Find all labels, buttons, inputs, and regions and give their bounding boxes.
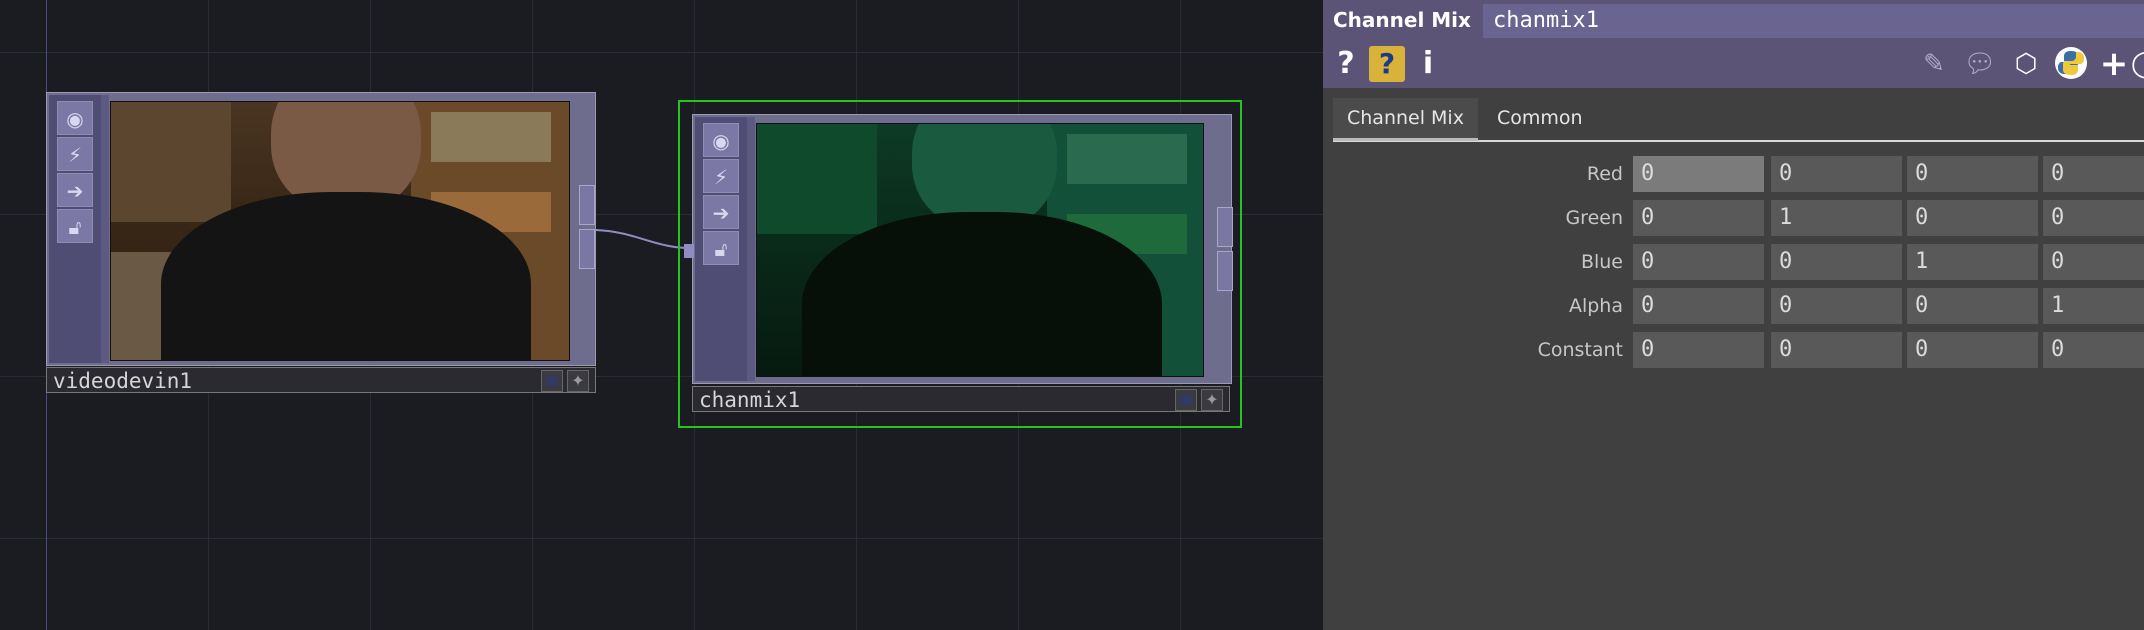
param-field[interactable]: 1 (1771, 200, 1902, 236)
node-flags: ◉ ⚡ ➔ 🔓︎ (49, 95, 101, 363)
param-row-blue: Blue 0 0 1 0 (1323, 242, 2144, 282)
output-connector[interactable] (579, 229, 595, 269)
param-field[interactable]: 0 (2043, 156, 2144, 192)
export-flag-icon[interactable]: ➔ (703, 195, 739, 229)
output-connector[interactable] (579, 185, 595, 225)
clone-icon[interactable]: ⬡ (2009, 46, 2043, 82)
operator-name-field[interactable]: chanmix1 (1483, 4, 2144, 38)
viewer-toggle-button[interactable] (541, 370, 563, 392)
node-name: videodevin1 (53, 369, 193, 393)
help-icon[interactable]: ? (1333, 46, 1359, 82)
lock-flag-icon[interactable]: 🔓︎ (703, 231, 739, 265)
node-viewer (110, 101, 570, 361)
param-field[interactable]: 0 (1633, 156, 1764, 192)
comment-icon[interactable]: 💬︎ (1963, 46, 1997, 82)
operator-type: Channel Mix (1333, 8, 1471, 32)
param-field[interactable]: 0 (1771, 332, 1902, 368)
param-field[interactable]: 0 (2043, 200, 2144, 236)
input-connector[interactable] (684, 244, 694, 258)
param-row-green: Green 0 1 0 0 (1323, 198, 2144, 238)
parameter-panel: Channel Mix chanmix1 ? ? i ✎ 💬︎ ⬡ + ◯ Ch… (1323, 0, 2144, 630)
param-row-red: Red 0 0 0 0 (1323, 154, 2144, 194)
tab-common[interactable]: Common (1483, 98, 1597, 138)
export-flag-icon[interactable]: ➔ (57, 173, 93, 207)
param-field[interactable]: 0 (2043, 332, 2144, 368)
output-connector[interactable] (1217, 207, 1233, 247)
parameter-tabs: Channel Mix Common (1333, 98, 2144, 142)
param-field[interactable]: 0 (1907, 288, 2038, 324)
node-label[interactable]: videodevin1 ✦ (46, 367, 596, 393)
param-label: Alpha (1568, 295, 1623, 317)
more-icon[interactable]: ◯ (2131, 46, 2144, 82)
param-field[interactable]: 1 (1907, 244, 2038, 280)
node-videodevin1[interactable]: ◉ ⚡ ➔ 🔓︎ videodevin1 ✦ (46, 92, 596, 402)
param-field[interactable]: 0 (1907, 332, 2038, 368)
viewer-toggle-button[interactable] (1175, 389, 1197, 411)
node-name: chanmix1 (699, 388, 801, 412)
edit-icon[interactable]: ✎ (1919, 46, 1949, 82)
param-field[interactable]: 0 (1907, 200, 2038, 236)
param-field[interactable]: 0 (1771, 288, 1902, 324)
output-connector[interactable] (1217, 251, 1233, 291)
pin-icon[interactable]: ✦ (567, 370, 589, 392)
param-field[interactable]: 0 (1633, 244, 1764, 280)
panel-toolbar: ? ? i ✎ 💬︎ ⬡ + ◯ (1323, 40, 2144, 88)
op-help-icon[interactable]: ? (1369, 46, 1405, 82)
viewer-flag-icon[interactable]: ◉ (57, 101, 93, 135)
tab-channel-mix[interactable]: Channel Mix (1333, 98, 1478, 141)
param-label: Red (1586, 163, 1623, 185)
pin-icon[interactable]: ✦ (1201, 389, 1223, 411)
param-field[interactable]: 0 (1633, 288, 1764, 324)
bypass-flag-icon[interactable]: ⚡ (703, 159, 739, 193)
param-label: Blue (1580, 251, 1623, 273)
param-field[interactable]: 0 (2043, 244, 2144, 280)
param-row-constant: Constant 0 0 0 0 (1323, 330, 2144, 370)
param-field[interactable]: 0 (1633, 200, 1764, 236)
param-field[interactable]: 0 (1771, 156, 1902, 192)
lock-flag-icon[interactable]: 🔓︎ (57, 209, 93, 243)
param-row-alpha: Alpha 0 0 0 1 (1323, 286, 2144, 326)
network-editor[interactable]: ◉ ⚡ ➔ 🔓︎ videodevin1 ✦ ◉ ⚡ ➔ 🔓︎ chanmix1… (0, 0, 1323, 630)
bypass-flag-icon[interactable]: ⚡ (57, 137, 93, 171)
node-flags: ◉ ⚡ ➔ 🔓︎ (695, 117, 747, 381)
param-field[interactable]: 0 (1907, 156, 2038, 192)
node-label[interactable]: chanmix1 ✦ (692, 386, 1230, 412)
param-field[interactable]: 0 (1771, 244, 1902, 280)
param-field[interactable]: 0 (1633, 332, 1764, 368)
param-label: Constant (1537, 339, 1623, 361)
python-icon[interactable] (2053, 46, 2089, 82)
add-icon[interactable]: + (2099, 46, 2129, 82)
param-field[interactable]: 1 (2043, 288, 2144, 324)
info-icon[interactable]: i (1417, 46, 1439, 82)
param-label: Green (1565, 207, 1623, 229)
viewer-flag-icon[interactable]: ◉ (703, 123, 739, 157)
node-chanmix1[interactable]: ◉ ⚡ ➔ 🔓︎ chanmix1 ✦ (678, 100, 1242, 428)
node-viewer (756, 123, 1204, 377)
panel-header: Channel Mix chanmix1 (1323, 0, 2144, 40)
